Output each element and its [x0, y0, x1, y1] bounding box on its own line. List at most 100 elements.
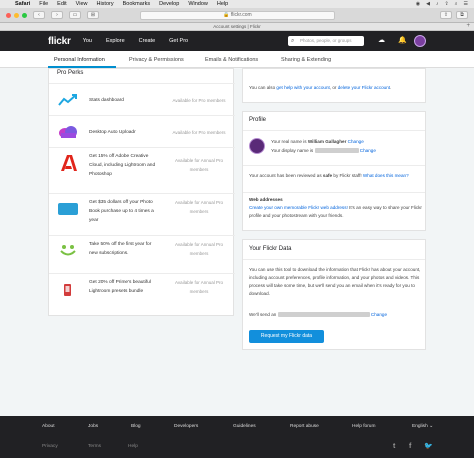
- cloud-upload-icon: [59, 126, 77, 138]
- footer-about-link[interactable]: About: [42, 424, 55, 429]
- menu-safari[interactable]: Safari: [15, 1, 30, 7]
- search-input[interactable]: ⌕ Photos, people, or groups: [288, 36, 364, 46]
- change-real-name-link[interactable]: Change: [348, 139, 364, 144]
- zoom-window-button[interactable]: [22, 12, 27, 18]
- notifications-bell-icon[interactable]: 🔔: [398, 36, 407, 46]
- status-icon[interactable]: ♪: [436, 1, 439, 7]
- perk-row: Take 50% off the first year for new subs…: [49, 235, 235, 273]
- upload-cloud-icon[interactable]: ☁: [378, 36, 385, 46]
- perk-row: Stats dashboard Available for Pro member…: [49, 83, 235, 115]
- real-name-line: Your real name is William Gallagher Chan…: [271, 139, 364, 144]
- tab-strip: Account settings | Flickr +: [0, 23, 474, 31]
- share-button[interactable]: ⇪: [440, 11, 452, 19]
- close-window-button[interactable]: [6, 12, 11, 18]
- perk-text: Get $35 dollars off your Photo Book purc…: [89, 200, 154, 223]
- minimize-window-button[interactable]: [14, 12, 19, 18]
- perk-text: Get 15% off Adobe Creative Cloud, includ…: [89, 154, 156, 177]
- sidebar-toggle-button[interactable]: ▭: [69, 11, 81, 19]
- web-addresses-title: Web addresses: [249, 197, 283, 202]
- status-icon[interactable]: ⇪: [445, 1, 449, 7]
- real-name: William Gallagher: [307, 139, 347, 144]
- flickr-data-description: You can use this tool to download the in…: [249, 267, 421, 296]
- footer-help-link[interactable]: Help: [128, 444, 138, 449]
- status-icon[interactable]: ◉: [416, 1, 420, 7]
- footer-developers-link[interactable]: Developers: [174, 424, 198, 429]
- footer-blog-link[interactable]: Blog: [131, 424, 141, 429]
- status-icon[interactable]: ◀: [426, 1, 430, 7]
- account-help-text: You can also get help with your account,…: [249, 85, 392, 90]
- perk-row: Get 20% off Prime's beautiful Lightroom …: [49, 273, 235, 315]
- flickr-data-card: Your Flickr Data You can use this tool t…: [242, 239, 426, 350]
- notification-center-icon[interactable]: ☰: [464, 1, 468, 7]
- perk-availability: Available for Annual Pro members: [175, 200, 223, 214]
- tabs-overview-button[interactable]: ⧉: [456, 11, 468, 19]
- address-bar[interactable]: 🔒 flickr.com: [140, 11, 335, 20]
- send-email-line: We'll send an Change: [249, 312, 388, 318]
- change-email-link[interactable]: Change: [371, 312, 387, 317]
- safe-status-text: Your account has been reviewed as safe b…: [249, 173, 409, 178]
- active-tab-title[interactable]: Account settings | Flickr: [0, 24, 474, 29]
- menu-view[interactable]: View: [76, 1, 88, 7]
- create-web-address-link[interactable]: Create your own memorable Flickr web add…: [249, 205, 348, 210]
- language-selector[interactable]: English ⌄: [412, 424, 433, 429]
- window-controls: [6, 12, 27, 18]
- user-avatar[interactable]: [414, 35, 426, 47]
- footer-report-abuse-link[interactable]: Report abuse: [290, 424, 319, 429]
- footer-help-forum-link[interactable]: Help forum: [352, 424, 375, 429]
- what-does-this-mean-link[interactable]: What does this mean?: [363, 173, 409, 178]
- perk-row: Desktop Auto Uploadr Available for Pro m…: [49, 115, 235, 147]
- flickr-data-title: Your Flickr Data: [249, 246, 292, 252]
- perk-row: Get 15% off Adobe Creative Cloud, includ…: [49, 147, 235, 193]
- perk-availability: Available for Annual Pro members: [175, 158, 223, 172]
- delete-account-link[interactable]: delete your Flickr account: [338, 85, 390, 90]
- tab-personal-information[interactable]: Personal Information: [54, 57, 105, 63]
- spotlight-icon[interactable]: ⌕: [455, 1, 458, 7]
- display-name-line: Your display name is Change: [271, 148, 376, 154]
- nav-you[interactable]: You: [83, 38, 92, 44]
- menu-develop[interactable]: Develop: [159, 1, 179, 7]
- pro-perks-title: Pro Perks: [57, 70, 84, 76]
- get-help-link[interactable]: get help with your account: [276, 85, 329, 90]
- top-sites-button[interactable]: ⊞: [87, 11, 99, 19]
- menu-help[interactable]: Help: [217, 1, 228, 7]
- settings-tabs: Personal Information Privacy & Permissio…: [0, 51, 474, 68]
- profile-avatar: [249, 138, 265, 154]
- flickr-logo[interactable]: flickr: [48, 36, 71, 47]
- footer-privacy-link[interactable]: Privacy: [42, 444, 58, 449]
- menu-bookmarks[interactable]: Bookmarks: [123, 1, 151, 7]
- redacted-email: [277, 312, 370, 318]
- change-display-name-link[interactable]: Change: [360, 148, 376, 153]
- pro-perks-card: Pro Perks Stats dashboard Available for …: [48, 68, 235, 316]
- divider: [243, 130, 425, 131]
- search-icon: ⌕: [291, 38, 295, 44]
- web-address-text: Create your own memorable Flickr web add…: [249, 205, 422, 218]
- tab-privacy-permissions[interactable]: Privacy & Permissions: [129, 57, 184, 63]
- forward-button[interactable]: ›: [51, 11, 63, 19]
- menu-edit[interactable]: Edit: [57, 1, 66, 7]
- tab-emails-notifications[interactable]: Emails & Notifications: [205, 57, 258, 63]
- tumblr-icon[interactable]: t: [393, 443, 400, 450]
- divider: [243, 192, 425, 193]
- request-data-button[interactable]: Request my Flickr data: [249, 330, 324, 343]
- tab-sharing-extending[interactable]: Sharing & Extending: [281, 57, 331, 63]
- nav-get-pro[interactable]: Get Pro: [169, 38, 188, 44]
- menu-history[interactable]: History: [96, 1, 113, 7]
- facebook-icon[interactable]: f: [409, 443, 416, 450]
- stats-chart-icon: [58, 94, 77, 106]
- new-tab-button[interactable]: +: [466, 23, 470, 29]
- profile-card: Profile Your real name is William Gallag…: [242, 111, 426, 231]
- footer-jobs-link[interactable]: Jobs: [88, 424, 98, 429]
- flickr-navbar: flickr You Explore Create Get Pro ⌕ Phot…: [0, 31, 474, 51]
- nav-create[interactable]: Create: [139, 38, 156, 44]
- perk-row: Get $35 dollars off your Photo Book purc…: [49, 193, 235, 235]
- footer: About Jobs Blog Developers Guidelines Re…: [0, 416, 474, 458]
- menu-file[interactable]: File: [39, 1, 48, 7]
- nav-explore[interactable]: Explore: [106, 38, 125, 44]
- footer-terms-link[interactable]: Terms: [88, 444, 101, 449]
- twitter-icon[interactable]: 🐦: [424, 443, 433, 450]
- back-button[interactable]: ‹: [33, 11, 45, 19]
- menu-window[interactable]: Window: [188, 1, 208, 7]
- perk-text: Desktop Auto Uploadr: [89, 130, 136, 135]
- footer-guidelines-link[interactable]: Guidelines: [233, 424, 256, 429]
- perk-availability: Available for Annual Pro members: [175, 242, 223, 256]
